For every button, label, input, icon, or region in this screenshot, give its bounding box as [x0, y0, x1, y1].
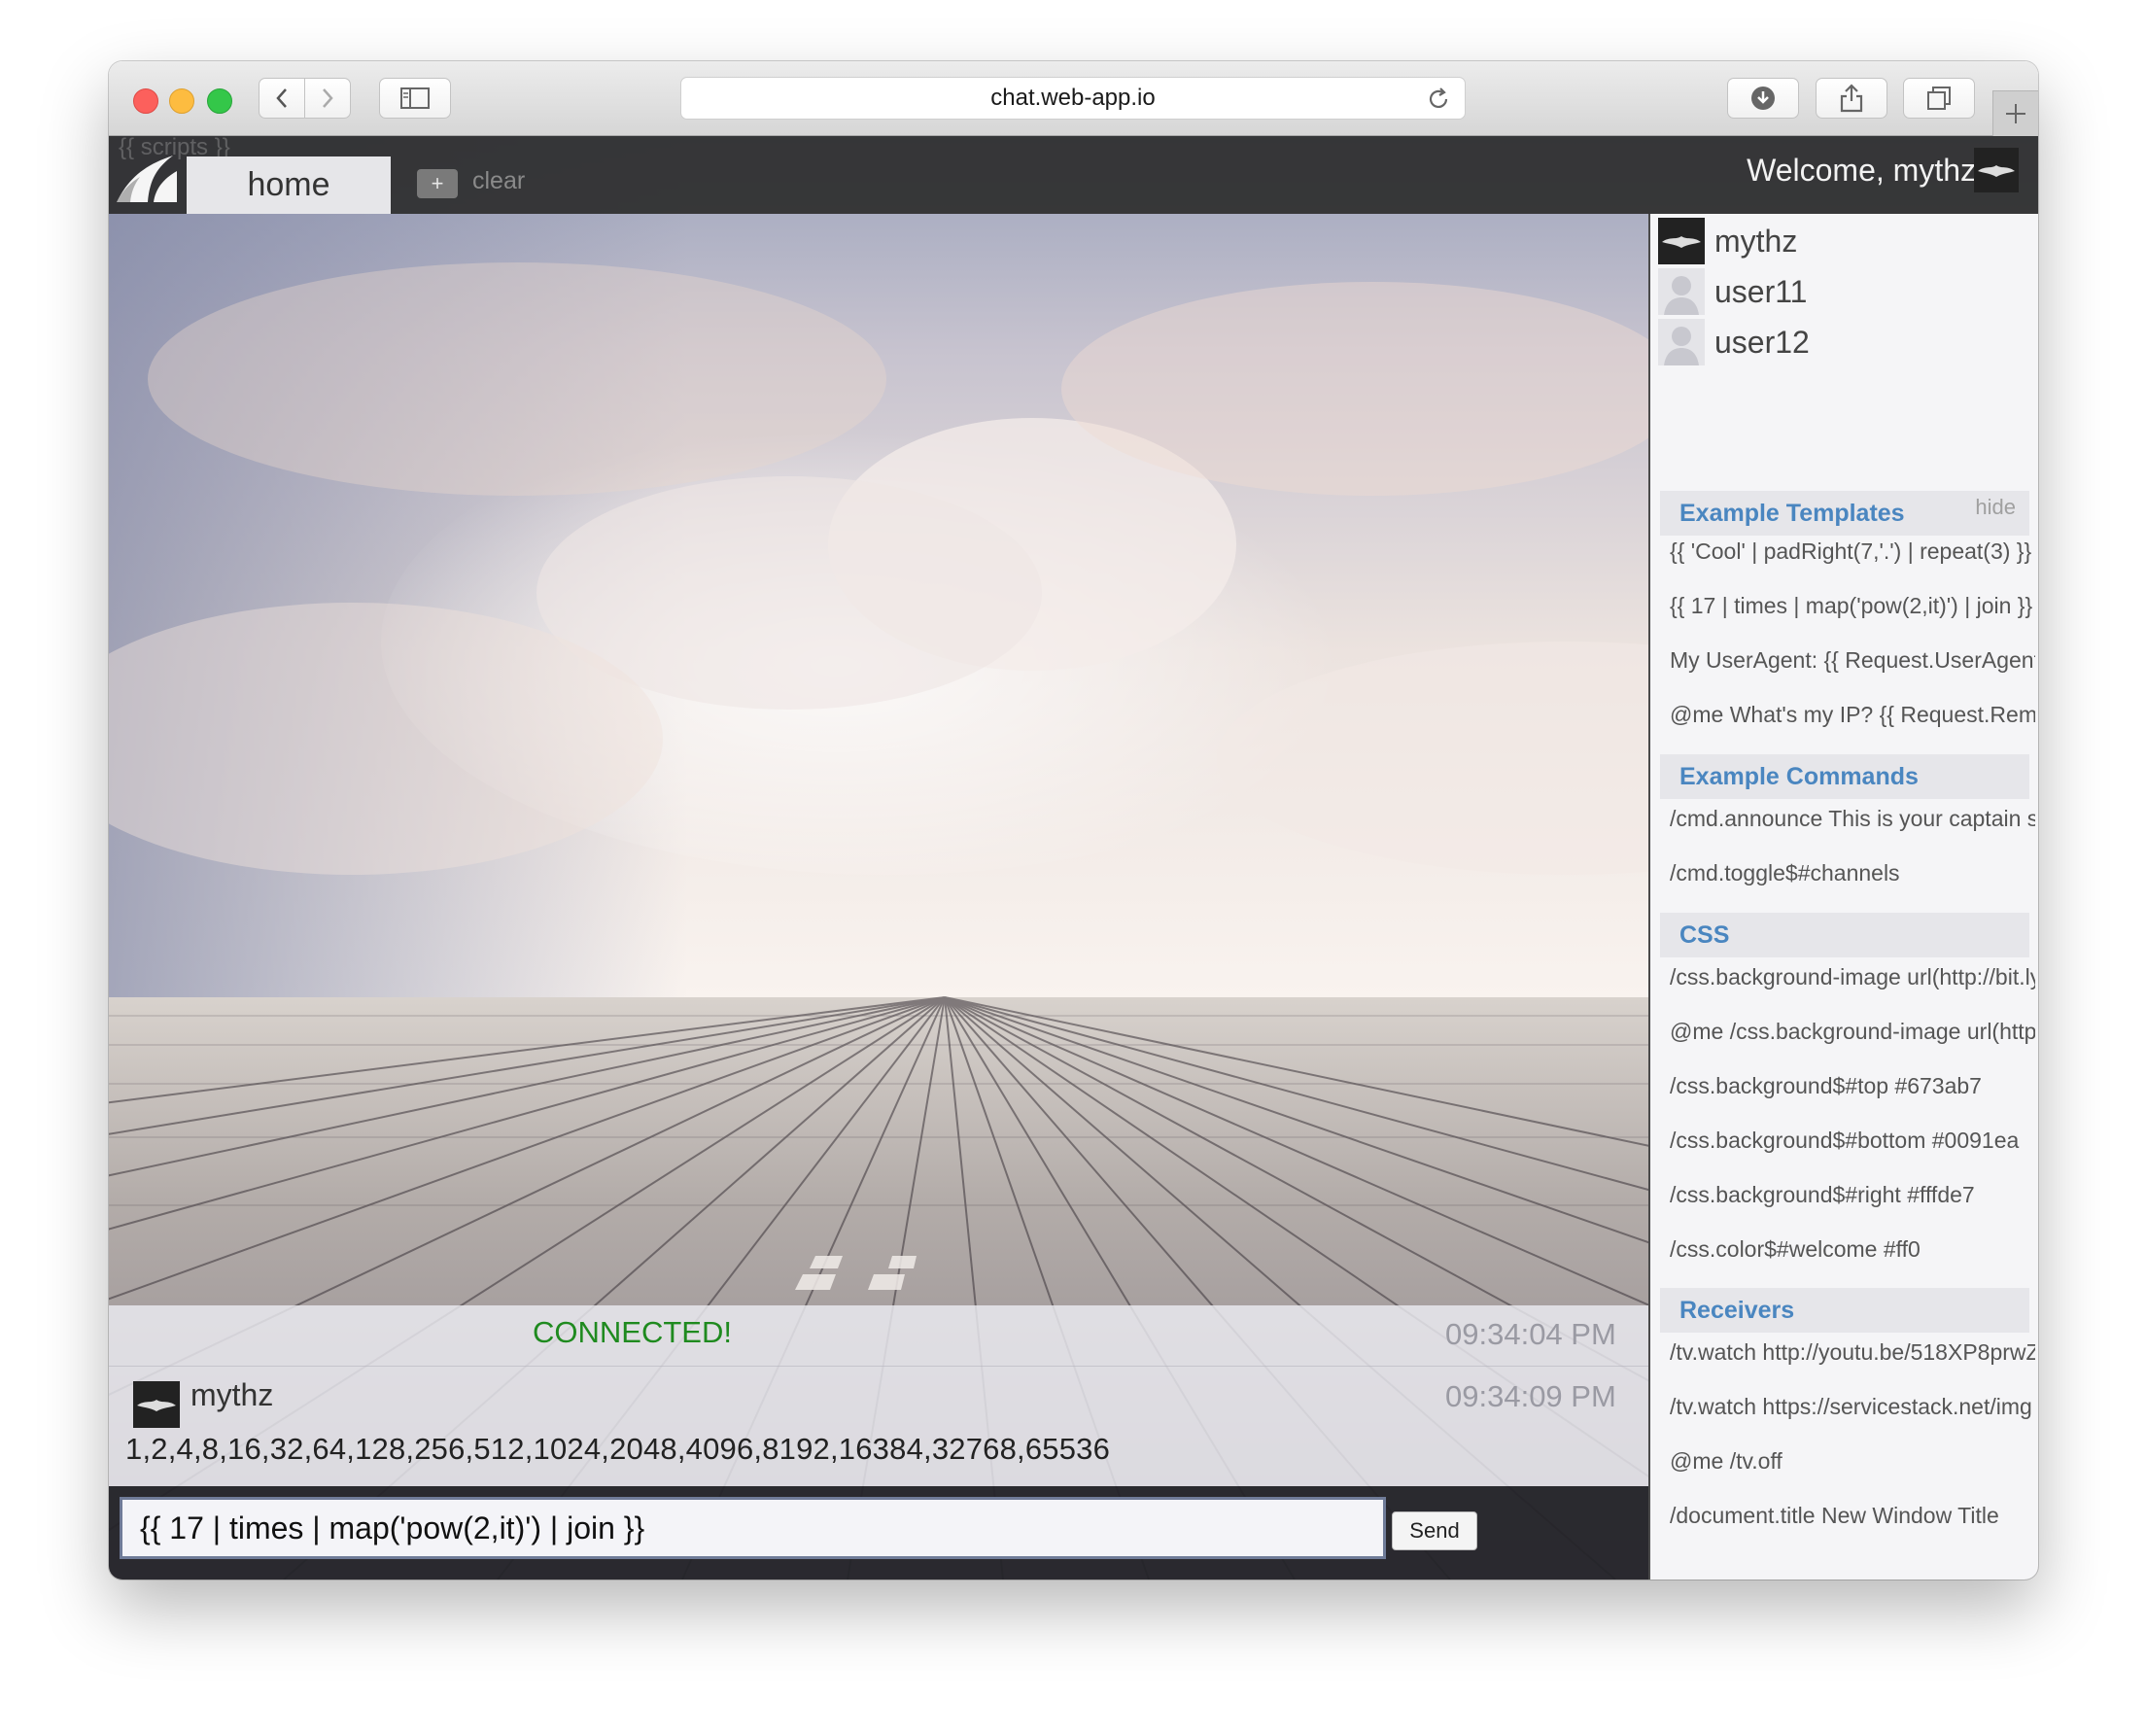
- section-heading: Receivers: [1679, 1296, 1795, 1324]
- url-text: chat.web-app.io: [990, 85, 1156, 111]
- user-name: user11: [1714, 273, 1808, 309]
- section-heading: CSS: [1679, 920, 1730, 949]
- section-css: CSS: [1660, 913, 2029, 957]
- address-bar[interactable]: chat.web-app.io: [680, 77, 1466, 120]
- share-button[interactable]: [1816, 78, 1887, 119]
- connected-status-text: CONNECTED!: [533, 1315, 732, 1349]
- user-avatar: [1658, 218, 1705, 264]
- message-composer: Send: [109, 1486, 1648, 1580]
- section-example-templates: Example Templates hide: [1660, 491, 2029, 536]
- css-item[interactable]: /css.background-image url(http://bit.ly): [1670, 964, 2035, 990]
- back-button[interactable]: [259, 78, 305, 119]
- user-name: user12: [1714, 324, 1810, 360]
- zoom-window-button[interactable]: [207, 88, 232, 114]
- section-heading: Example Templates: [1679, 499, 1905, 527]
- clear-link[interactable]: clear: [472, 167, 525, 195]
- user-avatar[interactable]: [1974, 148, 2019, 192]
- css-item[interactable]: /css.background$#right #fffde7: [1670, 1182, 2035, 1208]
- app-top-bar: {{ scripts }} home + clear Welcome, myth…: [109, 136, 2038, 214]
- css-item[interactable]: @me /css.background-image url(http://bit…: [1670, 1019, 2035, 1045]
- system-message-row: CONNECTED! 09:34:04 PM: [109, 1305, 1648, 1367]
- browser-toolbar: chat.web-app.io: [109, 61, 2038, 136]
- command-item[interactable]: /cmd.toggle$#channels: [1670, 860, 2035, 886]
- receiver-item[interactable]: /document.title New Window Title: [1670, 1503, 2035, 1529]
- receiver-item[interactable]: @me /tv.off: [1670, 1448, 2035, 1475]
- welcome-text: Welcome, mythz: [1747, 153, 1976, 188]
- message-list: CONNECTED! 09:34:04 PM mythz 09:34:09 PM…: [109, 1305, 1648, 1486]
- forward-button[interactable]: [304, 78, 351, 119]
- new-tab-button[interactable]: [1992, 90, 2038, 136]
- downloads-button[interactable]: [1727, 78, 1799, 119]
- template-item[interactable]: {{ 17 | times | map('pow(2,it)') | join …: [1670, 593, 2035, 619]
- message-body: 1,2,4,8,16,32,64,128,256,512,1024,2048,4…: [125, 1432, 1111, 1466]
- receiver-item[interactable]: /tv.watch https://servicestack.net/img: [1670, 1394, 2035, 1420]
- receiver-item[interactable]: /tv.watch http://youtu.be/518XP8prwZo: [1670, 1339, 2035, 1366]
- css-item[interactable]: /css.background$#bottom #0091ea: [1670, 1128, 2035, 1154]
- default-avatar-icon: [1658, 268, 1705, 315]
- sidebar-icon: [400, 87, 430, 109]
- chat-app: {{ scripts }} home + clear Welcome, myth…: [109, 136, 2038, 1580]
- hide-link[interactable]: hide: [1975, 495, 2016, 520]
- css-item[interactable]: /css.color$#welcome #ff0: [1670, 1236, 2035, 1263]
- tab-home[interactable]: home: [187, 156, 391, 214]
- sender-name[interactable]: mythz: [190, 1377, 273, 1413]
- add-channel-button[interactable]: +: [417, 169, 458, 198]
- plus-icon: [2006, 104, 2025, 123]
- default-avatar-icon: [1658, 319, 1705, 365]
- user-list-item[interactable]: mythz: [1658, 218, 1797, 264]
- tabs-overview-button[interactable]: [1903, 78, 1975, 119]
- minimize-window-button[interactable]: [169, 88, 194, 114]
- template-item[interactable]: {{ 'Cool' | padRight(7,'.') | repeat(3) …: [1670, 538, 2035, 565]
- section-example-commands: Example Commands: [1660, 754, 2029, 799]
- message-timestamp: 09:34:09 PM: [1445, 1379, 1616, 1413]
- message-timestamp: 09:34:04 PM: [1445, 1317, 1616, 1351]
- sender-avatar[interactable]: [133, 1381, 180, 1428]
- css-item[interactable]: /css.background$#top #673ab7: [1670, 1073, 2035, 1099]
- user-list-item[interactable]: user12: [1658, 319, 1810, 365]
- message-input[interactable]: [120, 1497, 1386, 1559]
- send-button[interactable]: Send: [1392, 1511, 1477, 1550]
- share-icon: [1840, 84, 1863, 113]
- right-panel: mythz user11 user12 Example Templates hi…: [1648, 214, 2038, 1580]
- download-icon: [1751, 87, 1775, 110]
- section-receivers: Receivers: [1660, 1288, 2029, 1333]
- template-item[interactable]: My UserAgent: {{ Request.UserAgent }}: [1670, 647, 2035, 674]
- user-list-item[interactable]: user11: [1658, 268, 1807, 315]
- servicestack-logo-icon: [117, 156, 177, 202]
- command-item[interactable]: /cmd.announce This is your captain speak…: [1670, 806, 2035, 832]
- template-item[interactable]: @me What's my IP? {{ Request.RemoteIp }}: [1670, 702, 2035, 728]
- chevron-left-icon: [276, 88, 287, 108]
- reload-icon[interactable]: [1426, 87, 1451, 112]
- browser-window: chat.web-app.io {{scripts}} home + cle…: [109, 61, 2038, 1580]
- user-name: mythz: [1714, 223, 1798, 259]
- chevron-right-icon: [323, 88, 333, 108]
- sidebar-toggle-button[interactable]: [379, 78, 451, 119]
- tabs-icon: [1927, 87, 1951, 110]
- section-heading: Example Commands: [1679, 762, 1919, 790]
- close-window-button[interactable]: [133, 88, 158, 114]
